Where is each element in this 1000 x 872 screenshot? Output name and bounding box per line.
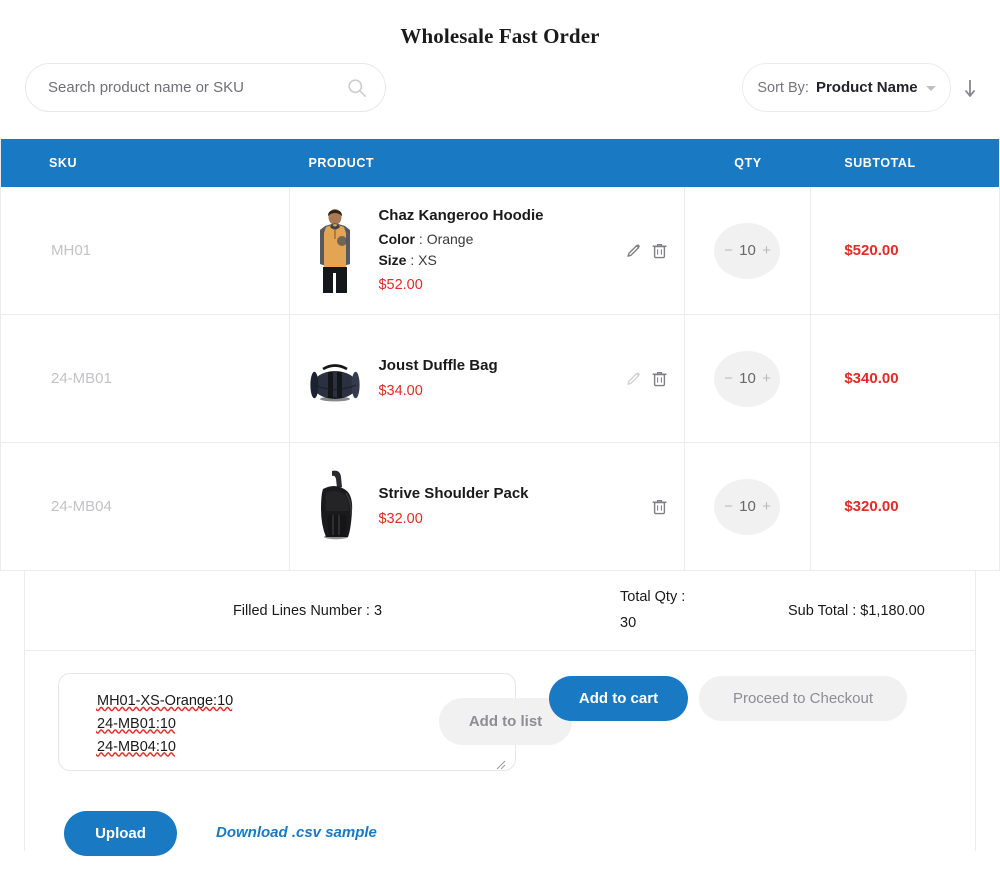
attribute-label: Color xyxy=(378,231,416,248)
qty-increment-button[interactable]: + xyxy=(760,242,772,259)
qty-increment-button[interactable]: + xyxy=(760,498,772,515)
row-actions xyxy=(625,370,670,388)
table-row: 24-MB01 Joust Duffle Bag $34.00 − 10 + $… xyxy=(1,315,999,443)
attribute-sep: : xyxy=(410,251,419,268)
qty-increment-button[interactable]: + xyxy=(760,370,772,387)
column-header-product: PRODUCT xyxy=(308,156,375,170)
qty-decrement-button[interactable]: − xyxy=(722,498,734,515)
cell-qty: − 10 + xyxy=(685,187,812,314)
quantity-stepper[interactable]: − 10 + xyxy=(714,222,781,279)
table-row: MH01 Chaz Kangeroo Hoodie Color: Orange… xyxy=(1,187,999,315)
search-box[interactable] xyxy=(25,63,386,112)
cell-subtotal: $320.00 xyxy=(844,498,899,515)
product-attribute-color: Color : Orange xyxy=(378,229,610,250)
edit-pencil-icon[interactable] xyxy=(625,242,642,260)
table-header-row: SKU PRODUCT QTY SUBTOTAL xyxy=(1,139,999,187)
cell-product: Chaz Kangeroo Hoodie Color : Orange Size… xyxy=(290,187,685,314)
edit-pencil-icon[interactable] xyxy=(625,370,642,388)
cell-subtotal: $520.00 xyxy=(844,242,899,259)
product-name: Chaz Kangeroo Hoodie xyxy=(378,206,544,224)
toolbar: Sort By: Product Name xyxy=(0,63,1000,137)
filled-lines-count: Filled Lines Number : 3 xyxy=(232,602,383,619)
sort-controls: Sort By: Product Name xyxy=(742,63,978,112)
sort-by-value: Product Name xyxy=(815,79,918,96)
column-header-subtotal: SUBTOTAL xyxy=(844,156,916,170)
product-attribute-size: Size : XS xyxy=(378,250,610,271)
delete-trash-icon[interactable] xyxy=(651,370,668,388)
product-price: $32.00 xyxy=(378,510,423,527)
product-info: Joust Duffle Bag $34.00 xyxy=(378,355,610,403)
product-info: Strive Shoulder Pack $32.00 xyxy=(378,483,636,531)
cell-sku: MH01 xyxy=(1,187,291,314)
column-header-qty: QTY xyxy=(734,156,762,170)
search-icon[interactable] xyxy=(347,78,367,98)
sort-by-dropdown[interactable]: Sort By: Product Name xyxy=(742,63,951,112)
table-row: 24-MB04 Strive Shoulder Pack $32.00 − 10… xyxy=(1,443,999,571)
cell-product: Joust Duffle Bag $34.00 xyxy=(290,315,685,442)
total-qty-label: Total Qty : xyxy=(620,589,686,606)
cell-product: Strive Shoulder Pack $32.00 xyxy=(290,443,685,570)
sub-total: Sub Total : $1,180.00 xyxy=(788,602,925,619)
chevron-down-icon[interactable] xyxy=(925,86,936,91)
row-actions xyxy=(651,498,670,516)
product-thumbnail xyxy=(306,206,365,295)
order-table: SKU PRODUCT QTY SUBTOTAL MH01 Chaz Kange… xyxy=(0,139,1000,571)
page-title: Wholesale Fast Order xyxy=(400,24,600,48)
qty-value[interactable]: 10 xyxy=(738,242,756,259)
upload-button[interactable]: Upload xyxy=(64,811,177,856)
product-price: $52.00 xyxy=(378,276,423,293)
sort-direction-toggle[interactable] xyxy=(962,77,978,99)
cell-subtotal: $340.00 xyxy=(844,370,899,387)
row-actions xyxy=(625,242,670,260)
product-info: Chaz Kangeroo Hoodie Color : Orange Size… xyxy=(378,205,610,296)
download-csv-sample-link[interactable]: Download .csv sample xyxy=(216,824,377,841)
column-header-sku: SKU xyxy=(49,156,78,170)
cell-qty: − 10 + xyxy=(685,443,812,570)
search-input[interactable] xyxy=(46,78,347,97)
attribute-label: Size xyxy=(378,251,407,268)
attribute-value: Orange xyxy=(426,231,474,248)
total-qty: Total Qty : 30 xyxy=(620,585,760,636)
product-price: $34.00 xyxy=(378,382,423,399)
proceed-to-checkout-button[interactable]: Proceed to Checkout xyxy=(699,676,907,721)
total-qty-value: 30 xyxy=(620,614,637,631)
qty-decrement-button[interactable]: − xyxy=(722,242,734,259)
product-thumbnail xyxy=(306,462,365,551)
product-thumbnail xyxy=(306,334,365,423)
quantity-stepper[interactable]: − 10 + xyxy=(714,350,781,407)
cell-qty: − 10 + xyxy=(685,315,812,442)
delete-trash-icon[interactable] xyxy=(651,498,668,516)
qty-decrement-button[interactable]: − xyxy=(722,370,734,387)
totals-summary: Filled Lines Number : 3 Total Qty : 30 S… xyxy=(24,571,976,651)
cell-sku: 24-MB04 xyxy=(1,443,291,570)
product-name: Joust Duffle Bag xyxy=(378,356,498,374)
sku-textarea-wrap: MH01-XS-Orange:10 24-MB01:10 24-MB04:10 … xyxy=(58,673,572,776)
product-name: Strive Shoulder Pack xyxy=(378,484,529,502)
attribute-sep: : xyxy=(418,231,427,248)
sort-by-label: Sort By: xyxy=(757,79,809,96)
delete-trash-icon[interactable] xyxy=(651,242,668,260)
cell-sku: 24-MB01 xyxy=(1,315,291,442)
qty-value[interactable]: 10 xyxy=(738,498,756,515)
add-to-cart-button[interactable]: Add to cart xyxy=(549,676,688,721)
qty-value[interactable]: 10 xyxy=(738,370,756,387)
attribute-value: XS xyxy=(418,251,437,268)
quantity-stepper[interactable]: − 10 + xyxy=(714,478,781,535)
